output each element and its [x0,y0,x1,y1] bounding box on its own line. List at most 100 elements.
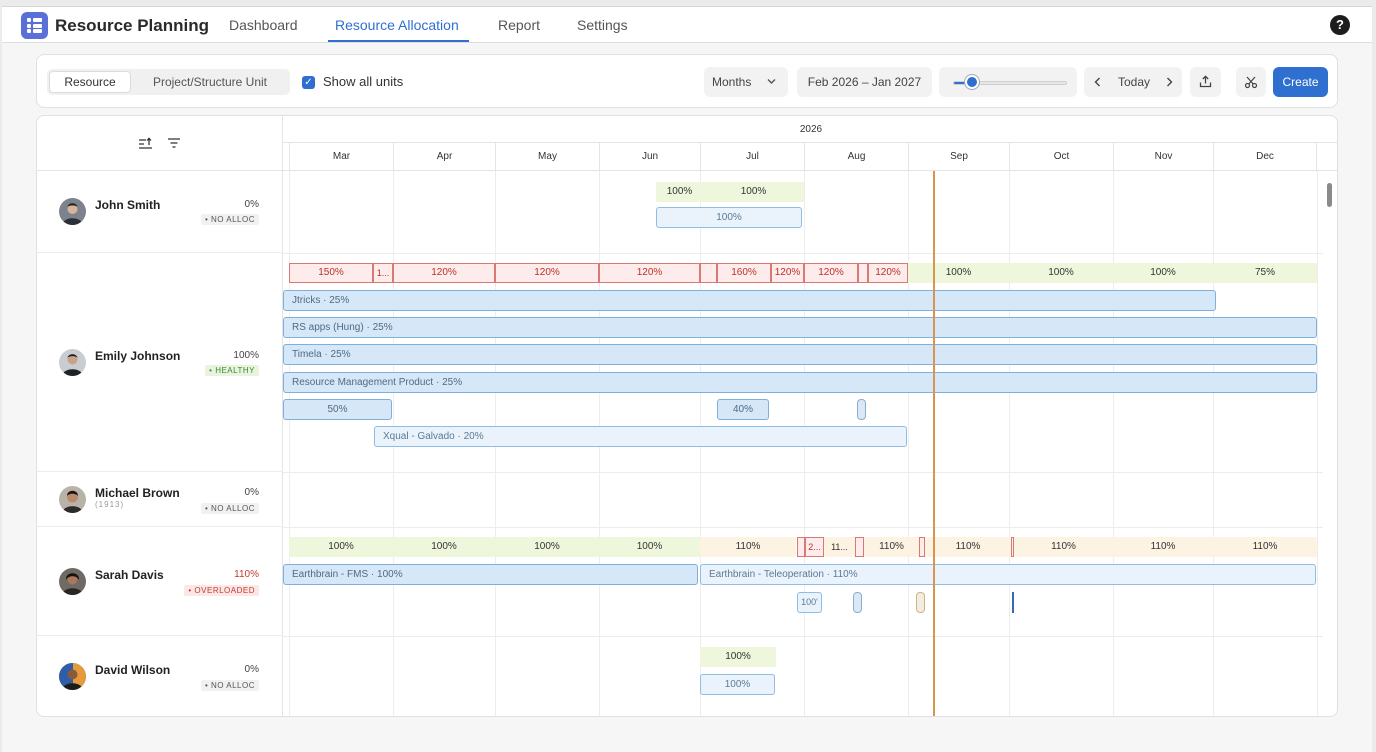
month-sep: Sep [908,143,1009,171]
tab-resource-allocation[interactable]: Resource Allocation [335,17,459,33]
capacity-cell[interactable]: 100% [703,182,804,202]
resource-name: Emily Johnson [95,349,181,363]
capacity-cell[interactable]: 120% [804,263,858,283]
resource-allocation-percent: 0% [244,664,259,675]
allocation-marker[interactable] [857,399,866,420]
capacity-cell[interactable]: 100% [1009,263,1113,283]
help-icon[interactable]: ? [1330,15,1350,35]
bar-percent: 100% [377,569,403,580]
bar-project: Earthbrain - FMS [292,569,369,580]
bar-percent: 25% [329,295,350,306]
capacity-cell[interactable]: 2... [805,537,824,557]
allocation-bar-earthbrain-fms[interactable]: Earthbrain - FMS · 100% [283,564,698,585]
app-logo-icon[interactable] [21,12,48,39]
resource-row-michael-brown[interactable]: Michael Brown (1913) 0% • NO ALLOC [37,472,283,527]
avatar [59,663,86,690]
capacity-cell[interactable]: 100% [495,537,599,557]
allocation-bar-xqual-galvado[interactable]: Xqual - Galvado · 20% [374,426,907,447]
view-project-unit-button[interactable]: Project/Structure Unit [135,71,285,93]
capacity-cell[interactable] [858,263,868,283]
capacity-cell[interactable]: 110% [1213,537,1317,557]
capacity-cell[interactable]: 160% [717,263,771,283]
capacity-cell[interactable]: 110% [1014,537,1113,557]
upload-icon [1199,75,1212,88]
timeline-month-header: Mar Apr May Jun Jul Aug Sep Oct Nov Dec [283,143,1337,171]
capacity-cell[interactable]: 120% [771,263,804,283]
tab-settings[interactable]: Settings [577,17,628,33]
today-button[interactable]: Today [1118,67,1150,97]
capacity-cell[interactable]: 100% [700,647,776,667]
top-nav-bar: Resource Planning Dashboard Resource All… [2,7,1372,43]
status-badge: • OVERLOADED [184,585,259,596]
capacity-cell[interactable] [700,263,717,283]
resource-name: David Wilson [95,663,171,677]
capacity-cell[interactable]: 100% [908,263,1009,283]
row-divider [283,527,1323,528]
chevron-left-icon[interactable] [1094,77,1101,87]
vertical-scrollbar[interactable] [1327,183,1332,207]
view-resource-button[interactable]: Resource [49,71,131,93]
cut-button[interactable] [1236,67,1266,97]
show-all-units-checkbox[interactable]: ✓ [302,76,315,89]
allocation-bar[interactable]: 100% [700,674,775,695]
toolbar: Resource Project/Structure Unit ✓ Show a… [36,54,1338,108]
allocation-marker[interactable] [853,592,862,613]
capacity-cell[interactable]: 110% [1113,537,1213,557]
allocation-bar[interactable]: 40% [717,399,769,420]
resource-row-sarah-davis[interactable]: Sarah Davis 110% • OVERLOADED [37,527,283,636]
month-aug: Aug [804,143,908,171]
tab-dashboard[interactable]: Dashboard [229,17,298,33]
tab-report[interactable]: Report [498,17,540,33]
capacity-cell[interactable]: 110% [700,537,796,557]
allocation-bar-jtricks[interactable]: Jtricks · 25% [283,290,1216,311]
month-dec: Dec [1213,143,1317,171]
capacity-cell[interactable] [797,537,805,557]
capacity-cell[interactable]: 120% [868,263,908,283]
allocation-bar-rs-apps[interactable]: RS apps (Hung) · 25% [283,317,1317,338]
capacity-cell[interactable]: 150% [289,263,373,283]
allocation-bar[interactable]: 50% [283,399,392,420]
chevron-right-icon[interactable] [1166,77,1173,87]
allocation-bar-earthbrain-teleoperation[interactable]: Earthbrain - Teleoperation · 110% [700,564,1316,585]
capacity-cell[interactable]: 120% [495,263,599,283]
capacity-cell[interactable]: 100% [599,537,700,557]
bar-percent: 25% [372,322,393,333]
capacity-cell[interactable]: 110% [864,537,919,557]
month-nov: Nov [1113,143,1213,171]
capacity-cell[interactable]: 100% [656,182,703,202]
allocation-bar[interactable]: 100' [797,592,822,613]
zoom-slider-knob[interactable] [965,75,979,89]
filter-icon[interactable] [167,137,181,149]
allocation-bar-resource-management[interactable]: Resource Management Product · 25% [283,372,1317,393]
zoom-slider[interactable] [939,67,1077,97]
create-button[interactable]: Create [1273,67,1328,97]
timeline-year: 2026 [283,116,1337,143]
capacity-cell[interactable]: 120% [393,263,495,283]
bar-project: Earthbrain - Teleoperation [709,569,824,580]
capacity-cell[interactable]: 100% [1113,263,1213,283]
status-badge: • HEALTHY [205,365,259,376]
period-select[interactable]: Months [704,67,788,97]
sort-icon[interactable] [138,137,153,151]
capacity-cell[interactable]: 100% [289,537,393,557]
resource-name: Michael Brown [95,486,180,500]
capacity-cell[interactable]: 100% [393,537,495,557]
capacity-cell[interactable]: 75% [1213,263,1317,283]
month-jul: Jul [700,143,804,171]
allocation-bar[interactable]: 100% [656,207,802,228]
allocation-bar-timela[interactable]: Timela · 25% [283,344,1317,365]
allocation-marker[interactable] [1012,592,1014,613]
resource-allocation-percent: 100% [233,350,259,361]
export-button[interactable] [1190,67,1221,97]
capacity-cell[interactable]: 11... [824,537,855,557]
capacity-cell[interactable]: 1... [373,263,393,283]
resource-row-emily-johnson[interactable]: Emily Johnson 100% • HEALTHY [37,253,283,472]
capacity-cell[interactable] [855,537,864,557]
capacity-cell[interactable]: 110% [925,537,1011,557]
resource-row-david-wilson[interactable]: David Wilson 0% • NO ALLOC [37,636,283,716]
date-range-picker[interactable]: Feb 2026 – Jan 2027 [797,67,932,97]
allocation-marker[interactable] [916,592,925,613]
capacity-cell[interactable]: 120% [599,263,700,283]
timeline: 2026 Mar Apr May Jun Jul Aug Sep Oct Nov… [283,116,1337,716]
resource-row-john-smith[interactable]: John Smith 0% • NO ALLOC [37,171,283,253]
